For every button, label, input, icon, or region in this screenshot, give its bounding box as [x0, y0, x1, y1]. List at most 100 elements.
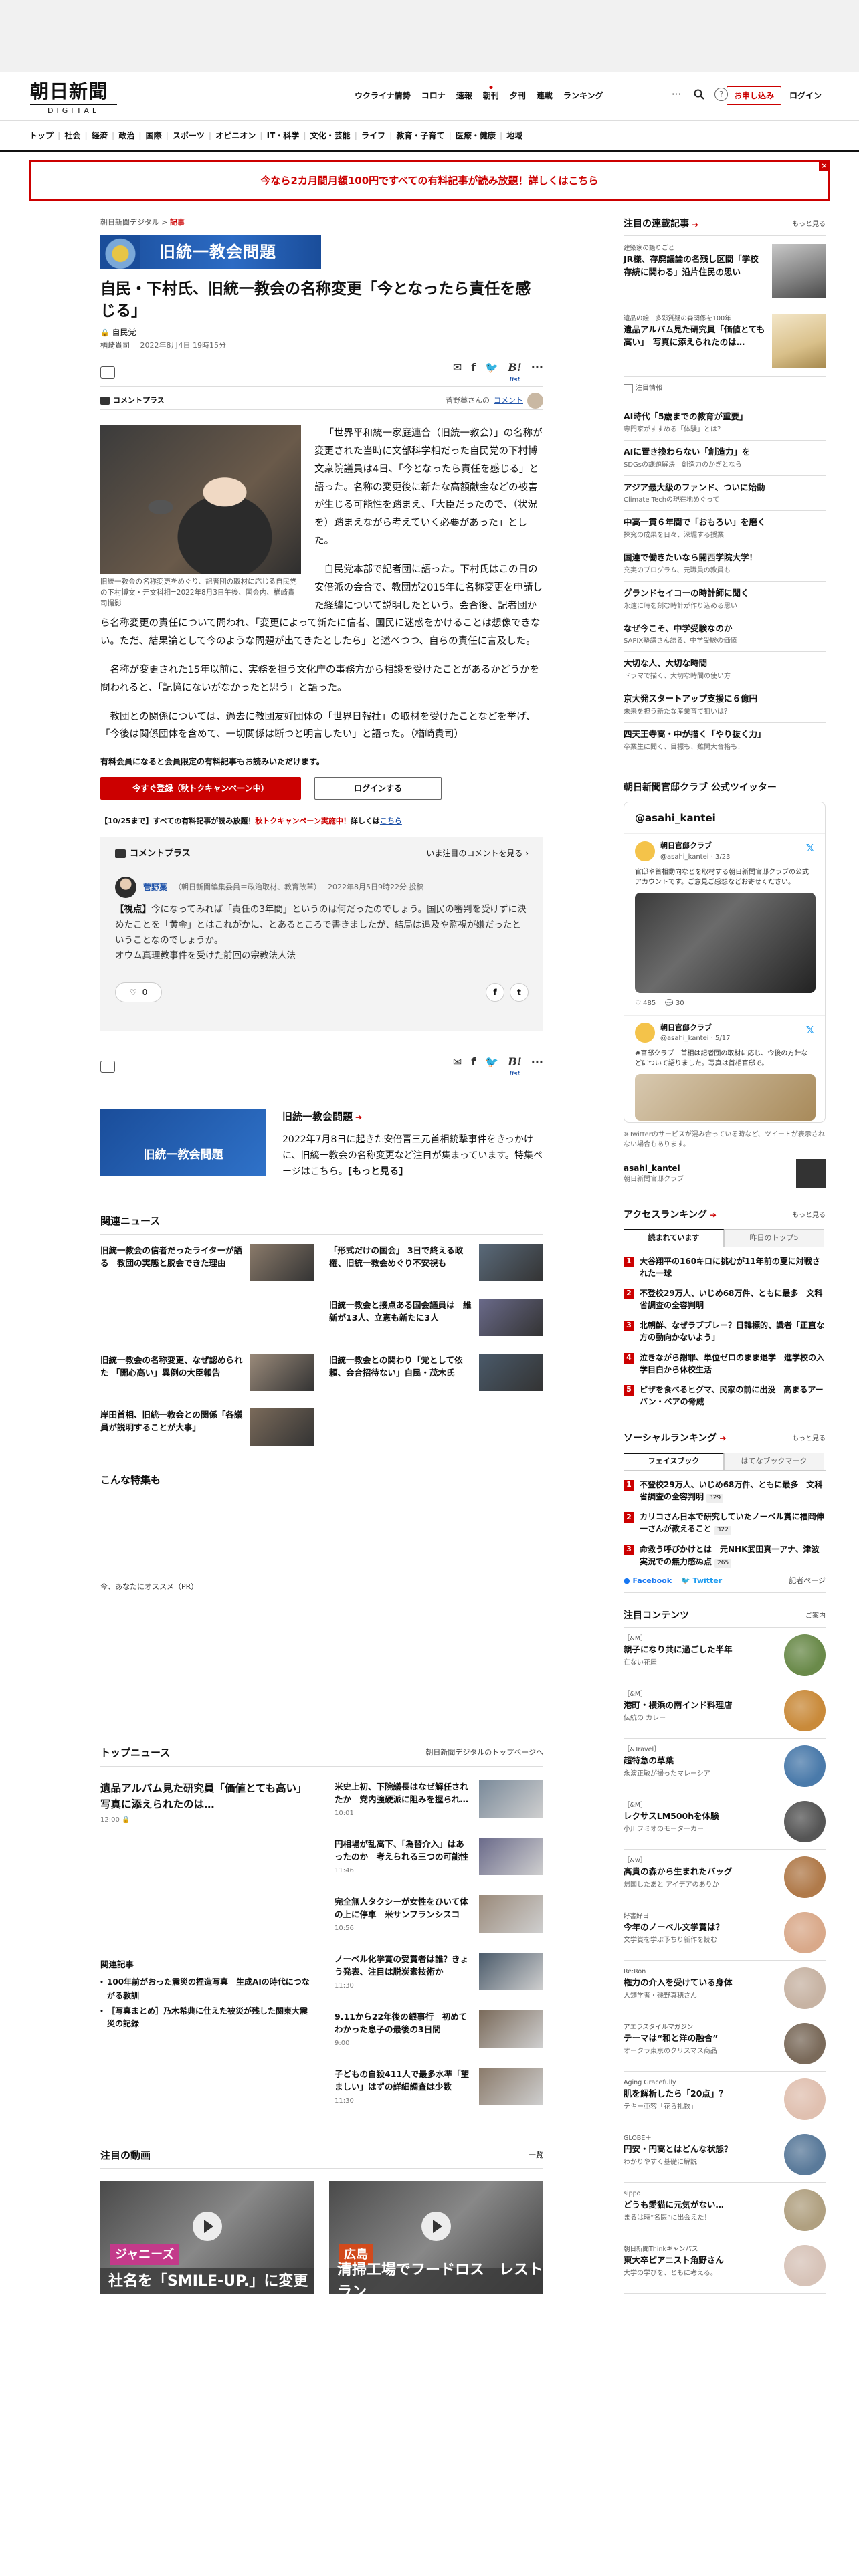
content-item[interactable]: 好書好日 今年のノーベル文学賞は？ 文学賞を学ぶ予ちり新作を読む	[624, 1905, 826, 1961]
list-item[interactable]: 中高一貫６年間で「おもろい」を磨く 探究の成果を日々、深堀する授業	[624, 511, 826, 546]
hatena-list-link[interactable]: list	[508, 376, 522, 385]
tab-facebook[interactable]: フェイスブック	[624, 1452, 724, 1470]
category-item[interactable]: 教育・子育て	[396, 130, 444, 142]
content-thumbnail[interactable]	[784, 2133, 826, 2175]
topnav-item[interactable]: ウクライナ情勢	[355, 90, 411, 102]
content-item[interactable]: アエラスタイルマガジン テーマは“和と洋の融合” オークラ東京のクリスマス商品	[624, 2016, 826, 2072]
more-link[interactable]: もっと見る	[792, 1210, 826, 1220]
list-item[interactable]: 京大発スタートアップ支援に６億円 未来を担う新たな産業育て狙いは？	[624, 687, 826, 723]
list-item[interactable]: 100年前がおった震災の捏造写真 生成AIの時代につながる教訓	[98, 1976, 314, 2002]
content-item[interactable]: ［&M］ 親子になり共に過ごした半年 在ない花屋	[624, 1628, 826, 1683]
related-thumbnail[interactable]	[479, 1299, 543, 1337]
special-more-link[interactable]: [もっと見る]	[348, 1166, 403, 1177]
breadcrumb-section[interactable]: 記事	[170, 218, 185, 227]
breadcrumb-site[interactable]: 朝日新聞デジタル	[100, 218, 159, 227]
related-item[interactable]: 「形式だけの国会」 3日で終える政権、旧統一教会めぐり不安視も	[329, 1244, 543, 1284]
topnav-item[interactable]: コロナ	[421, 90, 446, 102]
ranking-item[interactable]: 2 不登校29万人、いじめ68万件、ともに最多 文科省調査の全容判明	[624, 1283, 826, 1315]
topnews-lead[interactable]: 遺品アルバム見た研究員「価値とても高い」 写真に添えられたのは…	[100, 1780, 314, 1812]
category-item[interactable]: 文化・芸能	[310, 130, 351, 142]
reply-icon[interactable]: 💬 30	[665, 998, 684, 1008]
list-item[interactable]: 国連で働きたいなら開西学院大学！ 充実のプログラム、元職員の教員も	[624, 546, 826, 582]
category-item[interactable]: スポーツ	[173, 130, 205, 142]
content-item[interactable]: 朝日新聞Thinkキャンパス 東大卒ピアニスト角野さん 大学の学びを、ともに考える。	[624, 2238, 826, 2294]
topic-banner[interactable]: 旧統一教会問題	[100, 235, 321, 269]
list-item[interactable]: グランドセイコーの時計師に聞く 永遠に時を刻む時計が作り込める思い	[624, 582, 826, 617]
topnews-thumbnail[interactable]	[479, 2010, 543, 2048]
comment-author-name[interactable]: 菅野藁	[143, 881, 167, 893]
category-item[interactable]: 政治	[118, 130, 134, 142]
twitter-account[interactable]: @asahi_kantei	[624, 802, 825, 834]
related-thumbnail[interactable]	[250, 1244, 314, 1282]
tweet-image[interactable]	[635, 1074, 816, 1121]
ranking-item[interactable]: 3 北朝鮮、なぜラブブレー？日韓標的、識者「正直な方の動向かないよう」	[624, 1315, 826, 1348]
article-photo-image[interactable]	[100, 425, 301, 575]
more-icon[interactable]: ···	[669, 87, 684, 102]
close-icon[interactable]: ×	[819, 160, 830, 171]
tweet[interactable]: 𝕏 朝日官邸クラブ @asahi_kantei · 3/23 官邸や首相動向など…	[624, 834, 825, 1016]
facebook-link[interactable]: ● Facebook	[624, 1576, 672, 1587]
ranking-item[interactable]: 2 カリコさん日本で研究していたノーベル賞に福岡伸一さんが教えること 322	[624, 1507, 826, 1539]
category-item[interactable]: オピニオン	[215, 130, 256, 142]
topnav-item[interactable]: 朝刊	[483, 90, 499, 102]
like-button[interactable]: ♡ 0	[115, 982, 162, 1002]
topnav-item[interactable]: 速報	[456, 90, 472, 102]
more-link[interactable]: もっと見る	[792, 1434, 826, 1444]
featured-item[interactable]: 建築家の語りごと JR様、存廃議論の名残し区間「学校存続に関わる」沿片住民の思い	[624, 236, 826, 306]
related-thumbnail[interactable]	[250, 1354, 314, 1392]
related-item[interactable]: 旧統一教会の名称変更、なぜ認められた 「開心高い」異例の大臣報告	[100, 1354, 314, 1394]
topnews-thumbnail[interactable]	[479, 1895, 543, 1933]
content-item[interactable]: Re:Ron 権力の介入を受けている身体 人類学者・磯野真穂さん	[624, 1961, 826, 2016]
facebook-icon[interactable]: f	[471, 360, 476, 376]
facebook-icon[interactable]: f	[486, 982, 504, 1002]
related-item[interactable]: 旧統一教会の信者だったライターが語る 教団の実態と脱会できた理由	[100, 1244, 314, 1284]
article-photo[interactable]: 旧統一教会の名称変更をめぐり、記者団の取材に応じる自民党の下村博文・元文科相=2…	[100, 425, 301, 609]
category-item[interactable]: ライフ	[361, 130, 385, 142]
topnews-thumbnail[interactable]	[479, 1952, 543, 1990]
category-item[interactable]: IT・科学	[267, 130, 300, 142]
content-item[interactable]: ［&M］ 港町・横浜の南インド料理店 伝統の カレー	[624, 1683, 826, 1739]
featured-comments-link[interactable]: いま注目のコメントを見る ›	[426, 847, 529, 859]
topnews-thumbnail[interactable]	[479, 1837, 543, 1875]
topnews-link[interactable]: 朝日新聞デジタルのトップページへ	[425, 1747, 543, 1759]
content-thumbnail[interactable]	[784, 2022, 826, 2064]
register-button[interactable]: 今すぐ登録（秋トクキャンペーン中）	[100, 777, 301, 800]
list-item[interactable]: 大切な人、大切な時間 ドラマで描く、大切な時間の使い方	[624, 652, 826, 687]
twitter-icon[interactable]: 🐦	[485, 360, 498, 376]
more-share-icon[interactable]: ···	[531, 360, 543, 376]
site-logo[interactable]: 朝日新聞 DIGITAL	[30, 80, 117, 117]
ranking-item[interactable]: 1 大谷翔平の160キロに挑むが11年前の夏に対戦された一球	[624, 1251, 826, 1283]
header-login-link[interactable]: ログイン	[789, 90, 822, 102]
login-button[interactable]: ログインする	[314, 777, 442, 800]
featured-thumbnail[interactable]	[772, 244, 826, 298]
print-icon[interactable]	[100, 1060, 115, 1073]
content-item[interactable]: sippo どうも愛猫に元気がない… まるは時“名医”に出会えた！	[624, 2183, 826, 2238]
list-item[interactable]: AI時代「5歳までの教育が重要」 専門家がすすめる「体験」とは？	[624, 405, 826, 441]
content-item[interactable]: ［&w］ 高貴の森から生まれたバッグ 帰国したあと アイデアのありか	[624, 1850, 826, 1905]
avatar[interactable]	[115, 877, 136, 899]
campaign-link[interactable]: こちら	[380, 817, 402, 825]
tab-hatena[interactable]: はてなブックマーク	[724, 1452, 824, 1470]
list-item[interactable]: アジア最大級のファンド、ついに始動 Climate Techの現在地めぐって	[624, 476, 826, 512]
list-item[interactable]: 四天王寺高・中が描く「やり抜く力」 卒業生に聞く、目標も、難関大合格も！	[624, 723, 826, 758]
content-thumbnail[interactable]	[784, 1911, 826, 1953]
content-thumbnail[interactable]	[784, 2078, 826, 2120]
topnews-item[interactable]: 9.11から22年後の銀事行 初めてわかった息子の最後の3日間 9:00	[335, 2010, 543, 2058]
topnews-item[interactable]: 子どもの自殺411人で最多水準「望ましい」はずの詳細調査は少数 11:30	[335, 2067, 543, 2116]
topnav-item[interactable]: 夕刊	[510, 90, 526, 102]
content-thumbnail[interactable]	[784, 1634, 826, 1676]
facebook-icon[interactable]: f	[471, 1054, 476, 1070]
tweet[interactable]: 𝕏 朝日官邸クラブ @asahi_kantei · 5/17 #官邸クラブ 首相…	[624, 1016, 825, 1122]
more-link[interactable]: もっと見る	[792, 219, 826, 229]
contents-guide-link[interactable]: ご案内	[805, 1611, 826, 1621]
video-card[interactable]: ジャニーズ 社名を「SMILE-UP.」に変更	[100, 2181, 314, 2295]
twitter-link[interactable]: 🐦 Twitter	[681, 1576, 722, 1587]
more-share-icon[interactable]: ···	[531, 1054, 543, 1070]
ranking-item[interactable]: 1 不登校29万人、いじめ68万件、ともに最多 文科省調査の全容判明 329	[624, 1475, 826, 1507]
topnews-thumbnail[interactable]	[479, 2067, 543, 2105]
search-icon[interactable]	[692, 87, 706, 102]
print-icon[interactable]	[100, 366, 115, 379]
topnews-item[interactable]: 米史上初、下院議長はなぜ解任されたか 党内強硬派に阻みを握られ… 10:01	[335, 1780, 543, 1828]
content-thumbnail[interactable]	[784, 1856, 826, 1898]
play-icon[interactable]	[421, 2212, 451, 2242]
